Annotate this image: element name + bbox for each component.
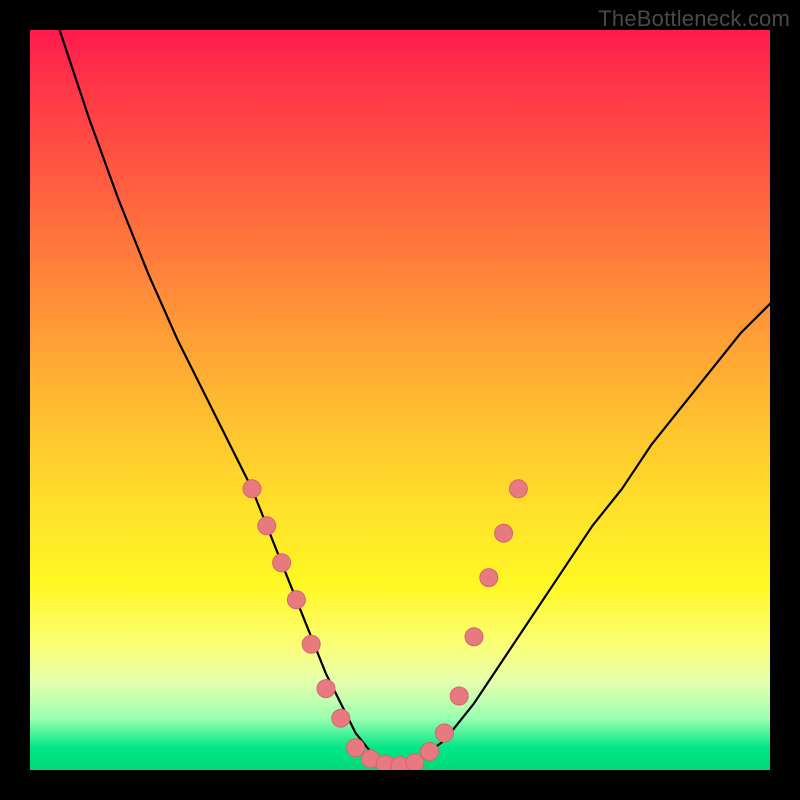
chart-marker <box>495 524 513 542</box>
chart-marker <box>332 709 350 727</box>
watermark-text: TheBottleneck.com <box>598 6 790 32</box>
chart-marker <box>347 739 365 757</box>
chart-svg <box>30 30 770 770</box>
chart-marker <box>480 569 498 587</box>
chart-marker <box>435 724 453 742</box>
chart-curve <box>60 30 770 766</box>
chart-markers-group <box>243 480 527 770</box>
chart-marker <box>509 480 527 498</box>
chart-marker <box>287 591 305 609</box>
chart-marker <box>243 480 261 498</box>
chart-marker <box>421 743 439 761</box>
chart-marker <box>273 554 291 572</box>
chart-marker <box>317 680 335 698</box>
chart-marker <box>302 635 320 653</box>
chart-marker <box>406 754 424 770</box>
chart-marker <box>450 687 468 705</box>
chart-marker <box>258 517 276 535</box>
chart-marker <box>465 628 483 646</box>
chart-plot-area <box>30 30 770 770</box>
